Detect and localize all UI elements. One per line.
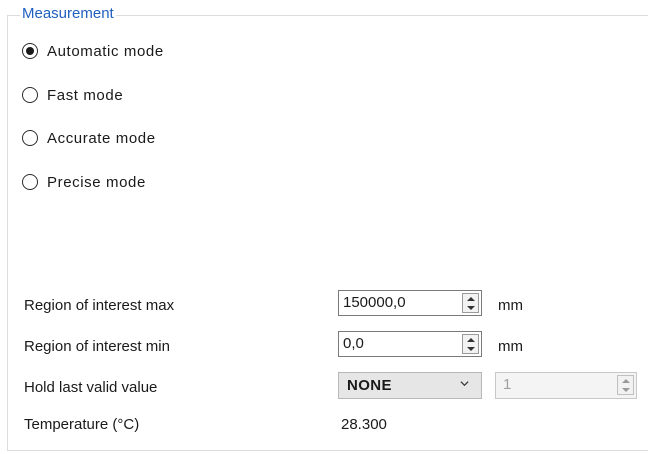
spin-arrows-icon[interactable]: [462, 334, 479, 354]
radio-label: Automatic mode: [47, 42, 164, 60]
spin-down-button[interactable]: [463, 344, 478, 353]
spin-down-button[interactable]: [618, 385, 633, 394]
hold-mode-select[interactable]: NONE: [338, 372, 482, 399]
hold-count-input[interactable]: 1: [495, 372, 637, 399]
spin-up-button[interactable]: [463, 335, 478, 344]
group-title: Measurement: [20, 5, 116, 23]
radio-button[interactable]: [22, 174, 38, 190]
radio-label: Fast mode: [47, 86, 124, 104]
radio-automatic-mode[interactable]: Automatic mode: [22, 40, 164, 62]
roi-max-label: Region of interest max: [24, 297, 175, 314]
radio-accurate-mode[interactable]: Accurate mode: [22, 127, 156, 149]
hold-count-value: 1: [503, 376, 512, 393]
radio-fast-mode[interactable]: Fast mode: [22, 84, 123, 106]
spin-arrows-icon[interactable]: [617, 375, 634, 395]
spin-arrows-icon[interactable]: [462, 293, 479, 313]
hold-label: Hold last valid value: [24, 379, 158, 396]
radio-button[interactable]: [22, 43, 38, 59]
spin-down-button[interactable]: [463, 303, 478, 312]
roi-max-unit: mm: [498, 297, 523, 314]
radio-label: Precise mode: [47, 173, 146, 191]
temperature-label: Temperature (°C): [24, 416, 140, 433]
temperature-value: 28.300: [341, 416, 387, 433]
roi-min-unit: mm: [498, 338, 523, 355]
radio-label: Accurate mode: [47, 129, 156, 147]
radio-button[interactable]: [22, 87, 38, 103]
radio-button[interactable]: [22, 130, 38, 146]
spin-up-button[interactable]: [463, 294, 478, 303]
spin-up-button[interactable]: [618, 376, 633, 385]
roi-max-value: 150000,0: [343, 294, 406, 311]
radio-selected-dot: [26, 47, 34, 55]
roi-min-value: 0,0: [343, 335, 364, 352]
roi-max-input[interactable]: 150000,0: [338, 290, 482, 316]
roi-min-input[interactable]: 0,0: [338, 331, 482, 357]
roi-min-label: Region of interest min: [24, 338, 170, 355]
hold-mode-value: NONE: [347, 377, 392, 394]
chevron-down-icon: [460, 381, 469, 387]
radio-precise-mode[interactable]: Precise mode: [22, 171, 146, 193]
